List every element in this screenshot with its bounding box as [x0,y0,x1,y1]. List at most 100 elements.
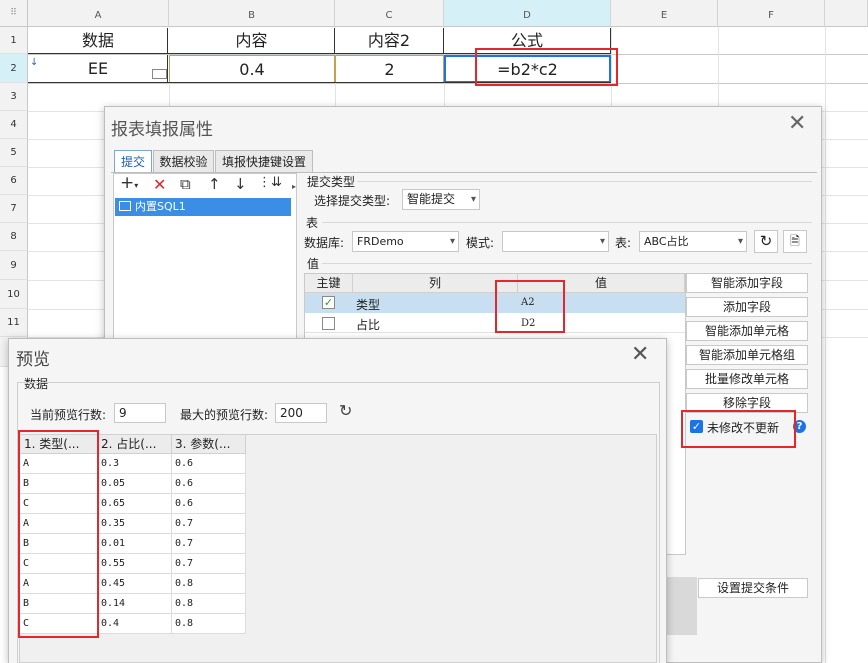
move-bottom-icon[interactable]: ⋮⇊ [258,175,282,190]
grid-cell-column: 占比 [356,318,381,332]
preview-cell[interactable]: 0.14 [98,594,172,614]
preview-cell[interactable]: 0.8 [172,614,246,634]
column-header-c[interactable]: C [335,0,444,27]
add-field-button[interactable]: 添加字段 [686,297,808,317]
set-submit-condition-button[interactable]: 设置提交条件 [698,578,808,598]
row-header[interactable]: 3 [0,83,28,111]
smart-add-cell-group-button[interactable]: 智能添加单元格组 [686,345,808,365]
row-header[interactable]: 1 [0,27,28,54]
key-checkbox[interactable] [322,317,335,330]
preview-cell[interactable]: 0.3 [98,454,172,474]
preview-cell[interactable]: A [20,454,98,474]
tab-submit[interactable]: 提交 [114,150,152,173]
row-header[interactable]: 11 [0,309,28,337]
preview-cell[interactable]: C [20,614,98,634]
cell-d2-selected[interactable]: =b2*c2 [444,55,611,83]
max-rows-input[interactable]: 200 [275,403,327,423]
preview-table-button[interactable]: 🗎 [783,230,807,253]
database-select[interactable]: FRDemo ▾ [352,231,459,252]
move-up-icon[interactable]: ↑ [208,175,221,193]
splitter-handle[interactable]: ▸ [292,182,296,191]
preview-cell[interactable]: 0.55 [98,554,172,574]
preview-cell[interactable]: B [20,534,98,554]
preview-cell[interactable]: 0.05 [98,474,172,494]
preview-cell[interactable]: 0.8 [172,574,246,594]
preview-cell[interactable]: B [20,594,98,614]
submit-type-select[interactable]: 智能提交 ▾ [402,189,480,210]
sort-arrow-icon: ↓ [30,57,39,68]
preview-cell[interactable]: 0.8 [172,594,246,614]
preview-header-type[interactable]: 1. 类型(... [20,435,98,454]
preview-cell[interactable]: 0.7 [172,534,246,554]
column-header-a[interactable]: A [28,0,169,27]
preview-cell[interactable]: A [20,574,98,594]
delete-icon[interactable]: ✕ [153,175,166,194]
submit-type-value: 智能提交 [407,192,456,206]
row-header[interactable]: 10 [0,280,28,309]
select-all-corner[interactable]: ⠿ [0,0,28,27]
cell-c1[interactable]: 内容2 [335,28,444,54]
tree-item-sql1[interactable]: 内置SQL1 [115,198,291,216]
grid-cell-value[interactable]: D2 [521,318,535,329]
tab-data-validation[interactable]: 数据校验 [153,150,214,173]
close-icon[interactable]: ✕ [788,113,806,135]
preview-cell[interactable]: 0.7 [172,514,246,534]
table-select[interactable]: ABC占比 ▾ [639,231,747,252]
unmodified-no-update-checkbox[interactable]: ✓ [690,420,703,433]
row-header[interactable]: 7 [0,195,28,223]
cell-c2[interactable]: 2 [335,55,444,83]
current-rows-label: 当前预览行数: [30,408,107,422]
cell-b2[interactable]: 0.4 [169,55,335,83]
refresh-icon[interactable]: ↻ [339,401,352,420]
preview-header-param[interactable]: 3. 参数(... [172,435,246,454]
copy-icon[interactable]: ⧉ [180,175,191,193]
smart-add-field-button[interactable]: 智能添加字段 [686,273,808,293]
preview-cell[interactable]: 0.45 [98,574,172,594]
help-icon[interactable]: ? [793,420,806,433]
key-checkbox-checked[interactable]: ✓ [322,296,335,309]
tab-shortcut-settings[interactable]: 填报快捷键设置 [215,150,313,173]
refresh-button[interactable]: ↻ [754,230,778,253]
column-header-d[interactable]: D [444,0,611,27]
preview-cell[interactable]: 0.6 [172,474,246,494]
smart-add-cell-button[interactable]: 智能添加单元格 [686,321,808,341]
mode-select[interactable]: ▾ [502,231,609,252]
preview-cell[interactable]: 0.7 [172,554,246,574]
preview-cell[interactable]: A [20,514,98,534]
preview-cell[interactable]: 0.6 [172,494,246,514]
preview-cell[interactable]: B [20,474,98,494]
grid-header-value: 值 [518,274,685,293]
chevron-down-icon: ▾ [470,194,476,205]
preview-cell[interactable]: 0.35 [98,514,172,534]
row-header[interactable]: 5 [0,139,28,167]
row-header[interactable]: 4 [0,111,28,139]
move-down-icon[interactable]: ↓ [234,175,247,193]
preview-cell[interactable]: 0.65 [98,494,172,514]
row-header[interactable]: 8 [0,223,28,251]
cell-b1[interactable]: 内容 [169,28,335,54]
cell-a2[interactable]: EE [29,55,168,83]
column-header-b[interactable]: B [169,0,335,27]
column-header-e[interactable]: E [611,0,718,27]
unmodified-no-update-label[interactable]: 未修改不更新 [707,419,779,436]
row-header[interactable]: 9 [0,251,28,280]
preview-cell[interactable]: 0.6 [172,454,246,474]
column-header-f[interactable]: F [718,0,825,27]
preview-dialog-title: 预览 [16,350,50,370]
row-header[interactable]: 6 [0,167,28,195]
current-rows-input[interactable]: 9 [114,403,166,423]
cell-a1[interactable]: 数据 [29,28,168,54]
max-rows-label: 最大的预览行数: [180,408,269,422]
grid-cell-value[interactable]: A2 [521,297,535,308]
remove-field-button[interactable]: 移除字段 [686,393,808,413]
preview-header-ratio[interactable]: 2. 占比(... [98,435,172,454]
preview-cell[interactable]: 0.4 [98,614,172,634]
cell-d1[interactable]: 公式 [444,28,611,54]
preview-cell[interactable]: C [20,494,98,514]
close-icon[interactable]: ✕ [631,344,649,366]
batch-modify-cell-button[interactable]: 批量修改单元格 [686,369,808,389]
preview-cell[interactable]: C [20,554,98,574]
add-icon[interactable]: +▾ [120,173,138,193]
row-header[interactable]: 2 [0,54,28,83]
preview-cell[interactable]: 0.01 [98,534,172,554]
